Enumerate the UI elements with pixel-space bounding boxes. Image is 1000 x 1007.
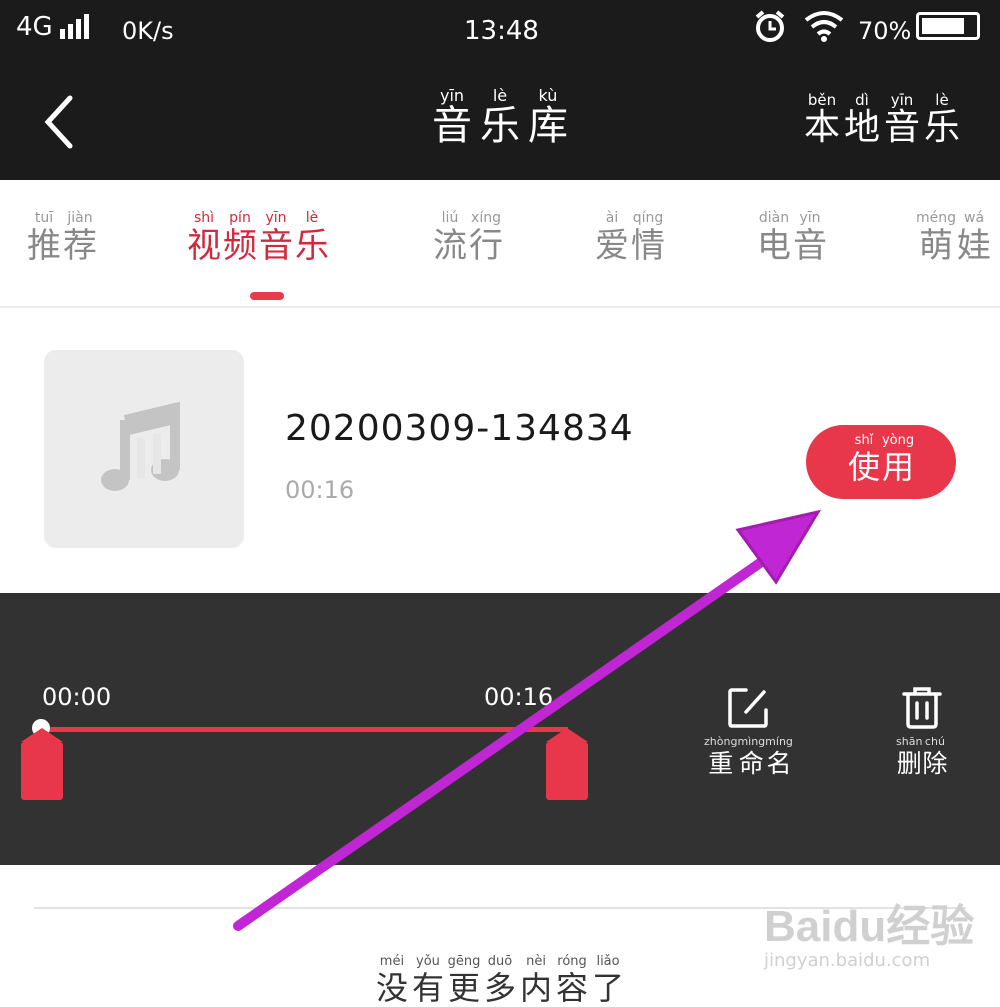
clock-time: 13:48 bbox=[464, 16, 539, 46]
tab-video-music[interactable]: shì 视 pín 频 yīn 音 lè 乐 bbox=[186, 210, 330, 266]
local-music-button[interactable]: běn 本 dì 地 yīn 音 lè 乐 bbox=[802, 92, 962, 148]
tab-recommend[interactable]: tuī 推 jiàn 荐 bbox=[26, 210, 98, 266]
battery-icon bbox=[916, 12, 980, 40]
track-cover bbox=[44, 350, 244, 548]
wifi-icon bbox=[804, 11, 844, 42]
trash-icon bbox=[901, 687, 942, 729]
trim-start-handle[interactable] bbox=[21, 728, 63, 800]
active-tab-indicator bbox=[250, 292, 284, 300]
network-speed: 0K/s bbox=[122, 17, 174, 45]
trim-end-handle[interactable] bbox=[546, 728, 588, 800]
signal-icon bbox=[60, 14, 92, 40]
trim-range-track bbox=[40, 727, 568, 732]
tab-cute-kids[interactable]: méng 萌 wá 娃 bbox=[916, 210, 992, 266]
rename-edit-icon bbox=[728, 688, 769, 728]
delete-button[interactable]: shān 删 chú 除 bbox=[896, 684, 947, 778]
alarm-icon bbox=[755, 10, 785, 42]
tab-electronic[interactable]: diàn 电 yīn 音 bbox=[756, 210, 828, 266]
trim-end-time: 00:16 bbox=[484, 683, 554, 711]
battery-percent: 70% bbox=[858, 17, 912, 45]
use-button[interactable]: shǐ 使 yòng 用 bbox=[806, 425, 956, 499]
track-name: 20200309-134834 bbox=[285, 408, 634, 449]
track-duration: 00:16 bbox=[285, 476, 355, 504]
trim-start-time: 00:00 bbox=[42, 683, 112, 711]
baidu-watermark: Baidu经验 jingyan.baidu.com bbox=[764, 902, 975, 971]
tab-popular[interactable]: liú 流 xíng 行 bbox=[432, 210, 504, 266]
tab-love[interactable]: ài 爱 qíng 情 bbox=[594, 210, 666, 266]
network-type: 4G bbox=[16, 12, 53, 42]
music-note-icon bbox=[101, 402, 180, 491]
rename-button[interactable]: zhòng 重 mìng 命 míng 名 bbox=[704, 684, 793, 778]
